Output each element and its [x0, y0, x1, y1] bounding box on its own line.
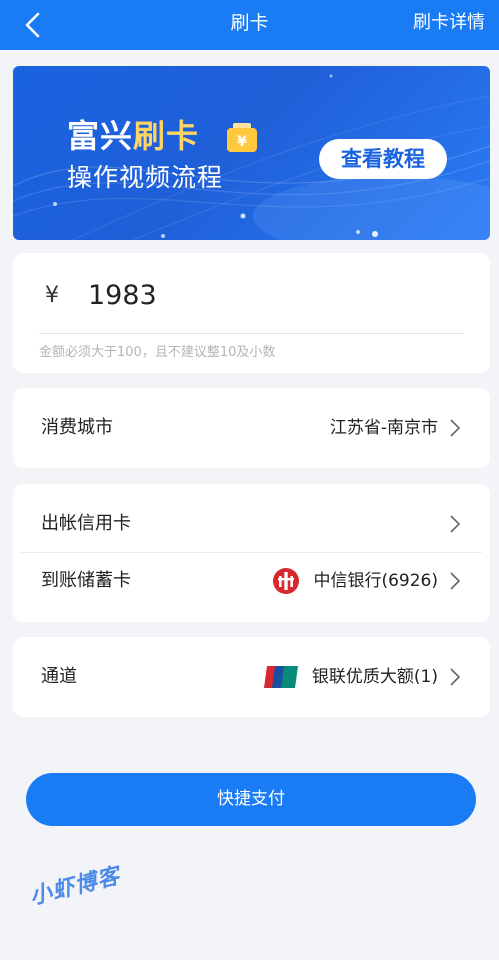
- cards-card: 出帐信用卡 到账储蓄卡 中信银行(6926): [13, 484, 490, 622]
- chevron-right-icon: [450, 668, 460, 686]
- top-bar: 刷卡 刷卡详情: [0, 0, 499, 50]
- banner-title-prefix: 富兴: [67, 117, 134, 155]
- amount-hint: 金额必须大于100，且不建议整10及小数: [39, 345, 276, 360]
- quick-pay-button[interactable]: 快捷支付: [26, 773, 476, 826]
- tutorial-banner[interactable]: 富兴刷卡 ¥ 操作视频流程 查看教程: [13, 66, 490, 240]
- city-card: 消费城市 江苏省-南京市: [13, 388, 490, 468]
- chevron-right-icon: [450, 419, 460, 437]
- debit-card-row[interactable]: 到账储蓄卡 中信银行(6926): [13, 549, 490, 613]
- debit-card-value: 中信银行(6926): [313, 571, 438, 591]
- credit-card-row[interactable]: 出帐信用卡: [13, 492, 490, 556]
- channel-card: 通道 银联优质大额(1): [13, 637, 490, 717]
- city-label: 消费城市: [41, 417, 113, 438]
- amount-card: ¥ 金额必须大于100，且不建议整10及小数: [13, 253, 490, 373]
- currency-symbol: ¥: [45, 283, 59, 308]
- city-value: 江苏省-南京市: [329, 418, 438, 438]
- view-tutorial-button[interactable]: 查看教程: [319, 139, 447, 179]
- channel-value: 银联优质大额(1): [311, 667, 438, 687]
- chevron-right-icon: [450, 572, 460, 590]
- consumption-city-row[interactable]: 消费城市 江苏省-南京市: [13, 396, 490, 460]
- citic-bank-logo-icon: [273, 568, 299, 594]
- banner-title: 富兴刷卡: [67, 111, 199, 157]
- banner-title-highlight: 刷卡: [133, 117, 200, 155]
- debit-card-label: 到账储蓄卡: [41, 570, 131, 591]
- card-details-link[interactable]: 刷卡详情: [413, 0, 485, 50]
- svg-text:¥: ¥: [237, 134, 247, 150]
- credit-card-label: 出帐信用卡: [41, 513, 131, 534]
- unionpay-logo-icon: [264, 666, 298, 688]
- chevron-right-icon: [450, 515, 460, 533]
- amount-input[interactable]: [88, 280, 468, 311]
- watermark: 小虾博客: [27, 863, 123, 911]
- channel-label: 通道: [41, 666, 77, 687]
- amount-underline: [39, 333, 464, 334]
- channel-row[interactable]: 通道 银联优质大额(1): [13, 645, 490, 709]
- banner-subtitle: 操作视频流程: [67, 163, 224, 192]
- wallet-yen-icon: ¥: [227, 123, 257, 152]
